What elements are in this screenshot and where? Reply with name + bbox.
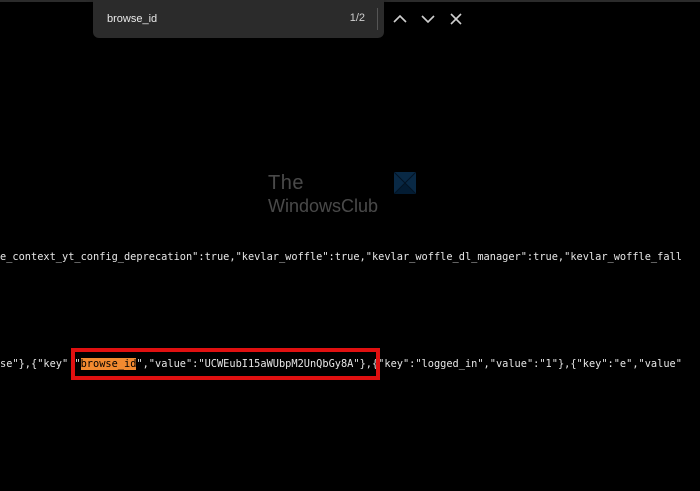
match-count: 1/2	[349, 12, 365, 24]
close-find-button[interactable]	[446, 9, 466, 29]
watermark-line1: The	[268, 172, 304, 194]
find-input[interactable]	[107, 11, 257, 27]
page-source-line: e_context_yt_config_deprecation":true,"k…	[0, 251, 682, 263]
chevron-down-icon	[421, 15, 435, 24]
windows-logo-icon	[394, 172, 416, 194]
previous-match-button[interactable]	[390, 9, 410, 29]
find-bar-divider	[377, 8, 378, 30]
line-text-prefix: se"},{"key" "	[0, 358, 81, 370]
line-text-suffix: ,{"key":"logged_in","value":"1"},{"key":…	[365, 358, 682, 370]
chevron-up-icon	[393, 14, 407, 23]
next-match-button[interactable]	[418, 9, 438, 29]
callout-box	[71, 348, 380, 380]
close-icon	[450, 13, 462, 25]
watermark-line2: WindowsClub	[268, 196, 379, 216]
find-bar: 1/2	[93, 0, 462, 38]
watermark: The WindowsClub	[266, 172, 426, 222]
